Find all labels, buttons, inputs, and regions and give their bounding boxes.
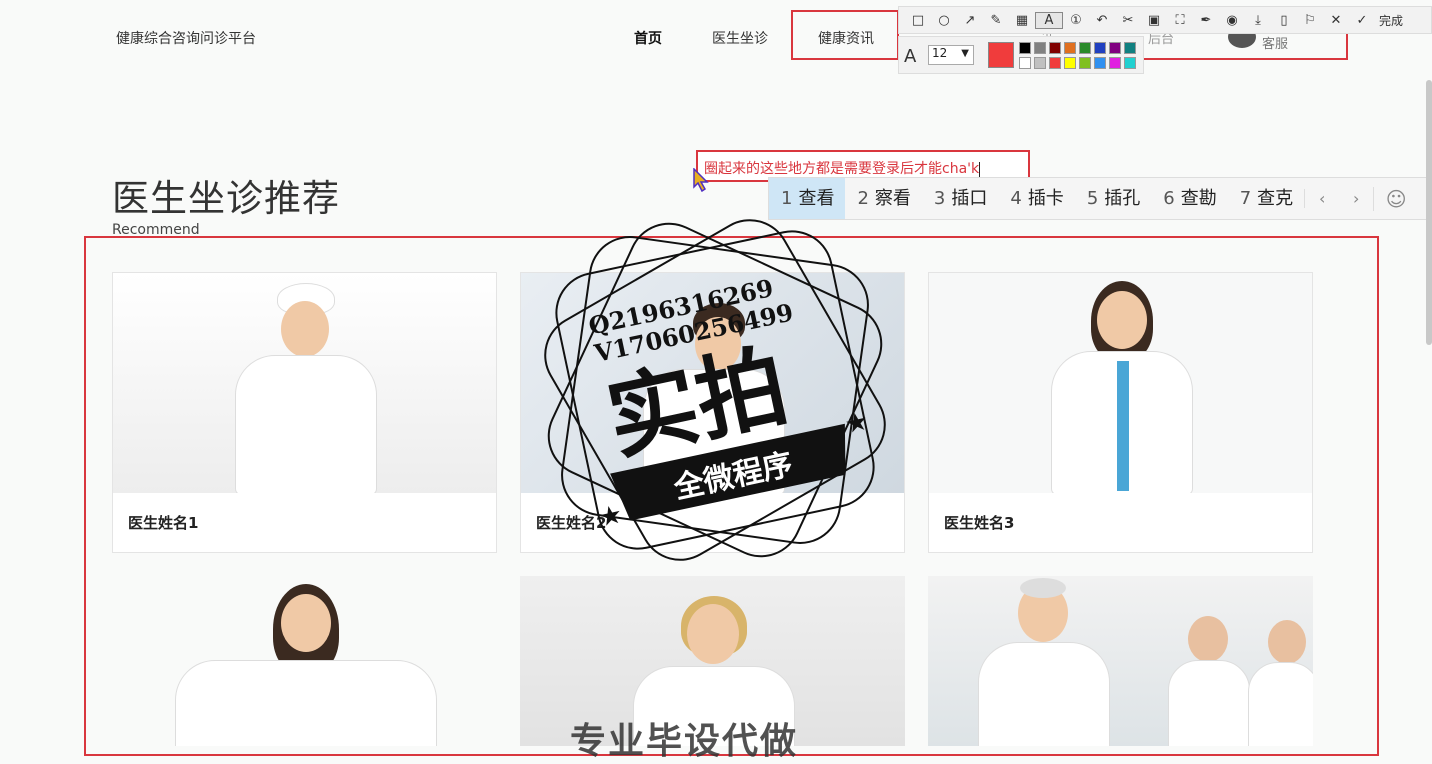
ocr-icon[interactable]: ▣ <box>1141 13 1167 28</box>
doctor-name[interactable]: 医生姓名3 <box>929 493 1312 552</box>
doctor-photo <box>928 576 1313 746</box>
ime-next-icon[interactable]: › <box>1339 189 1373 208</box>
undo-icon[interactable]: ↶ <box>1089 13 1115 28</box>
color-swatch[interactable] <box>1049 57 1061 69</box>
crop-icon[interactable]: ✂ <box>1115 13 1141 28</box>
bottom-watermark-text: 专业毕设代做 <box>570 721 799 762</box>
color-swatch[interactable] <box>1064 42 1076 54</box>
font-size-value: 12 <box>932 46 948 60</box>
mosaic-icon[interactable]: ▦ <box>1009 13 1035 28</box>
doctor-card[interactable]: 医生姓名1 <box>112 272 497 553</box>
color-swatch[interactable] <box>1034 57 1046 69</box>
number-icon[interactable]: ① <box>1063 13 1089 28</box>
done-button[interactable]: 完成 <box>1379 12 1403 29</box>
download-icon[interactable]: ⤓ <box>1245 13 1271 28</box>
site-brand[interactable]: 健康综合咨询问诊平台 <box>116 28 256 48</box>
doctor-card[interactable] <box>928 576 1313 746</box>
color-swatch[interactable] <box>1019 42 1031 54</box>
ime-candidate[interactable]: 5 插孔 <box>1075 178 1151 219</box>
ime-prev-icon[interactable]: ‹ <box>1304 189 1339 208</box>
annotation-text: 圈起来的这些地方都是需要登录后才能cha'k <box>704 161 980 177</box>
section-title: 医生坐诊推荐 <box>112 177 340 220</box>
font-icon: A <box>904 46 917 67</box>
ellipse-icon[interactable]: ○ <box>931 13 957 28</box>
phone-icon[interactable]: ▯ <box>1271 13 1297 28</box>
doctor-name[interactable]: 医生姓名1 <box>113 493 496 552</box>
doctor-card[interactable]: 医生姓名3 <box>928 272 1313 553</box>
color-swatch[interactable] <box>1079 42 1091 54</box>
close-icon[interactable]: ✕ <box>1323 13 1349 28</box>
color-swatch[interactable] <box>1079 57 1091 69</box>
color-swatch[interactable] <box>1019 57 1031 69</box>
mouse-cursor-icon <box>693 168 709 192</box>
check-icon[interactable]: ✓ <box>1349 13 1375 28</box>
emoji-icon[interactable]: ☺ <box>1373 186 1418 211</box>
font-size-select[interactable]: 12 ▼ <box>928 45 974 65</box>
record-icon[interactable]: ◉ <box>1219 13 1245 28</box>
color-swatch[interactable] <box>1109 42 1121 54</box>
color-swatch[interactable] <box>1034 42 1046 54</box>
color-swatch[interactable] <box>1124 42 1136 54</box>
color-swatch[interactable] <box>1094 42 1106 54</box>
expand-icon[interactable]: ⛶ <box>1167 13 1193 28</box>
current-color-swatch[interactable] <box>988 42 1014 68</box>
screenshot-toolbar: □ ○ ↗ ✎ ▦ A ① ↶ ✂ ▣ ⛶ ✒ ◉ ⤓ ▯ ⚐ ✕ ✓ 完成 <box>898 6 1432 34</box>
color-swatch[interactable] <box>1094 57 1106 69</box>
doctor-card[interactable] <box>112 576 497 746</box>
ime-candidate[interactable]: 3 插口 <box>922 178 998 219</box>
watermark-stamp: Q2196316269 V17060256499 实拍 全微程序 ★ ★ <box>544 219 886 561</box>
ime-candidate[interactable]: 4 插卡 <box>998 178 1074 219</box>
ime-candidate[interactable]: 2 察看 <box>845 178 921 219</box>
doctor-photo <box>112 576 497 746</box>
highlight-box-news <box>791 10 899 60</box>
doctor-photo <box>929 273 1312 493</box>
doctor-photo <box>113 273 496 493</box>
pin-icon[interactable]: ✒ <box>1193 13 1219 28</box>
nav-doctor-consult[interactable]: 医生坐诊 <box>712 28 768 48</box>
arrow-icon[interactable]: ↗ <box>957 13 983 28</box>
page-scrollbar[interactable] <box>1426 80 1432 345</box>
ime-candidate[interactable]: 7 查克 <box>1228 178 1304 219</box>
nav-home[interactable]: 首页 <box>634 28 662 48</box>
rect-icon[interactable]: □ <box>905 13 931 28</box>
ime-candidate[interactable]: 1 查看 <box>769 178 846 219</box>
color-swatch[interactable] <box>1124 57 1136 69</box>
color-swatch[interactable] <box>1064 57 1076 69</box>
color-swatch[interactable] <box>1049 42 1061 54</box>
color-swatch[interactable] <box>1109 57 1121 69</box>
ime-candidate[interactable]: 6 查勘 <box>1151 178 1227 219</box>
text-caret <box>979 161 981 177</box>
svg-text:★: ★ <box>842 406 871 440</box>
bookmark-icon[interactable]: ⚐ <box>1297 13 1323 28</box>
chevron-down-icon: ▼ <box>961 48 969 59</box>
svg-text:★: ★ <box>596 499 625 533</box>
ime-candidate-bar: 1 查看 2 察看 3 插口 4 插卡 5 插孔 6 查勘 7 查克 ‹ › ☺ <box>768 177 1432 220</box>
text-icon[interactable]: A <box>1035 11 1063 29</box>
pen-icon[interactable]: ✎ <box>983 13 1009 28</box>
